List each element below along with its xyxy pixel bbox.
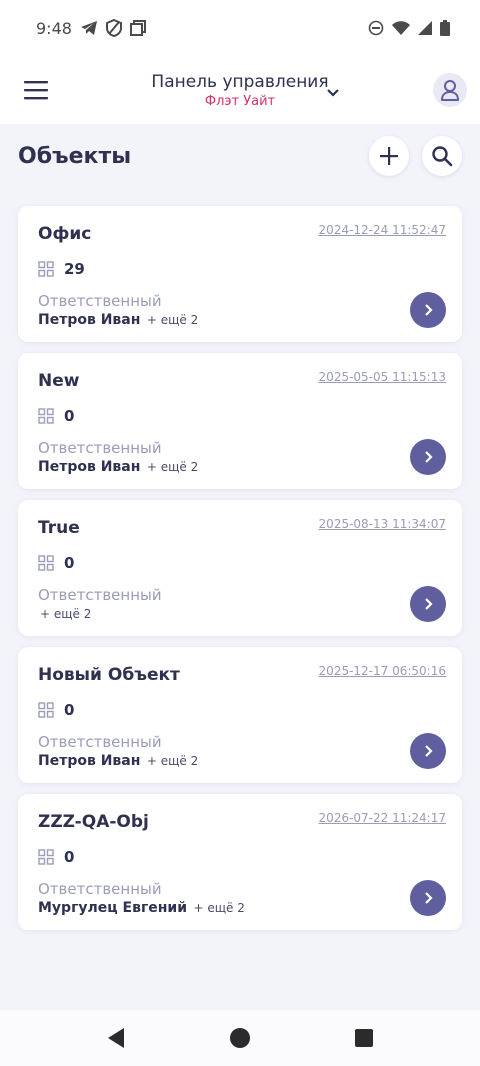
signal-icon	[418, 21, 432, 35]
person-name: Мургулец Евгений	[38, 900, 188, 916]
profile-button[interactable]	[433, 73, 467, 107]
object-name: True	[38, 518, 80, 538]
object-count-row: 0	[38, 848, 74, 866]
header-subtitle: Флэт Уайт	[204, 94, 276, 109]
plus-icon	[380, 147, 398, 165]
person-name: Петров Иван	[38, 312, 141, 328]
grid-icon	[38, 702, 54, 718]
nav-recents-button[interactable]	[302, 1028, 426, 1048]
object-count: 0	[64, 848, 75, 866]
responsible-label: Ответственный	[38, 292, 162, 310]
grid-icon	[38, 555, 54, 571]
chevron-right-icon	[425, 892, 433, 904]
chevron-down-icon[interactable]	[325, 87, 341, 99]
object-count-row: 0	[38, 701, 74, 719]
page-header: Объекты	[18, 136, 464, 180]
more-count: + ещё 2	[193, 901, 245, 915]
grid-icon	[38, 261, 54, 277]
responsible-label: Ответственный	[38, 586, 162, 604]
object-date: 2025-12-17 06:50:16	[318, 664, 446, 678]
header-title: Панель управления	[151, 72, 329, 92]
object-count-row: 29	[38, 260, 85, 278]
shield-icon	[105, 19, 122, 37]
object-card[interactable]: Новый Объект 2025-12-17 06:50:16 0 Ответ…	[18, 647, 462, 783]
object-date: 2025-08-13 11:34:07	[318, 517, 446, 531]
responsible-person: Петров Иван + ещё 2	[38, 312, 198, 328]
object-name: ZZZ-QA-Obj	[38, 812, 149, 832]
responsible-person: Петров Иван + ещё 2	[38, 753, 198, 769]
more-count: + ещё 2	[40, 607, 92, 621]
person-name: Петров Иван	[38, 753, 141, 769]
object-card[interactable]: New 2025-05-05 11:15:13 0 Ответственный …	[18, 353, 462, 489]
battery-icon	[440, 20, 450, 36]
page-title: Объекты	[18, 144, 132, 169]
open-object-button[interactable]	[410, 586, 446, 622]
status-time: 9:48	[36, 18, 72, 38]
object-count: 0	[64, 701, 75, 719]
grid-icon	[38, 849, 54, 865]
more-count: + ещё 2	[146, 460, 199, 474]
responsible-person: Мургулец Евгений + ещё 2	[38, 900, 245, 916]
nav-back-button[interactable]	[54, 1027, 178, 1049]
add-object-button[interactable]	[369, 136, 409, 176]
telegram-icon	[80, 21, 97, 35]
back-icon	[108, 1028, 124, 1048]
chevron-right-icon	[425, 304, 433, 316]
user-icon	[441, 80, 459, 101]
object-card[interactable]: True 2025-08-13 11:34:07 0 Ответственный…	[18, 500, 462, 636]
system-nav-bar	[0, 1010, 480, 1066]
chevron-right-icon	[425, 745, 433, 757]
responsible-person: + ещё 2	[38, 606, 91, 622]
dnd-icon	[368, 20, 384, 36]
home-icon	[230, 1028, 250, 1048]
responsible-person: Петров Иван + ещё 2	[38, 459, 198, 475]
object-name: New	[38, 371, 80, 391]
open-object-button[interactable]	[410, 733, 446, 769]
header-selector[interactable]: Панель управления Флэт Уайт	[0, 72, 480, 109]
object-count: 0	[64, 407, 75, 425]
object-name: Новый Объект	[38, 665, 180, 685]
object-date: 2025-05-05 11:15:13	[318, 370, 446, 384]
nav-home-button[interactable]	[178, 1027, 302, 1049]
open-object-button[interactable]	[410, 439, 446, 475]
screen-icon	[129, 20, 146, 36]
recents-icon	[355, 1029, 373, 1047]
person-name: Петров Иван	[38, 459, 141, 475]
responsible-label: Ответственный	[38, 439, 162, 457]
object-count: 0	[64, 554, 75, 572]
object-count-row: 0	[38, 554, 74, 572]
object-card[interactable]: ZZZ-QA-Obj 2026-07-22 11:24:17 0 Ответст…	[18, 794, 462, 930]
open-object-button[interactable]	[410, 292, 446, 328]
object-date: 2024-12-24 11:52:47	[318, 223, 446, 237]
app-bar: Панель управления Флэт Уайт	[0, 56, 480, 124]
object-name: Офис	[38, 224, 92, 244]
status-bar: 9:48	[0, 0, 480, 56]
open-object-button[interactable]	[410, 880, 446, 916]
search-button[interactable]	[422, 136, 462, 176]
responsible-label: Ответственный	[38, 733, 162, 751]
responsible-label: Ответственный	[38, 880, 162, 898]
more-count: + ещё 2	[146, 313, 199, 327]
object-count: 29	[64, 260, 85, 278]
object-count-row: 0	[38, 407, 74, 425]
object-card[interactable]: Офис 2024-12-24 11:52:47 29 Ответственны…	[18, 206, 462, 342]
search-icon	[432, 146, 453, 167]
wifi-icon	[392, 21, 410, 35]
more-count: + ещё 2	[146, 754, 199, 768]
object-date: 2026-07-22 11:24:17	[318, 811, 446, 825]
chevron-right-icon	[425, 598, 433, 610]
grid-icon	[38, 408, 54, 424]
chevron-right-icon	[425, 451, 433, 463]
